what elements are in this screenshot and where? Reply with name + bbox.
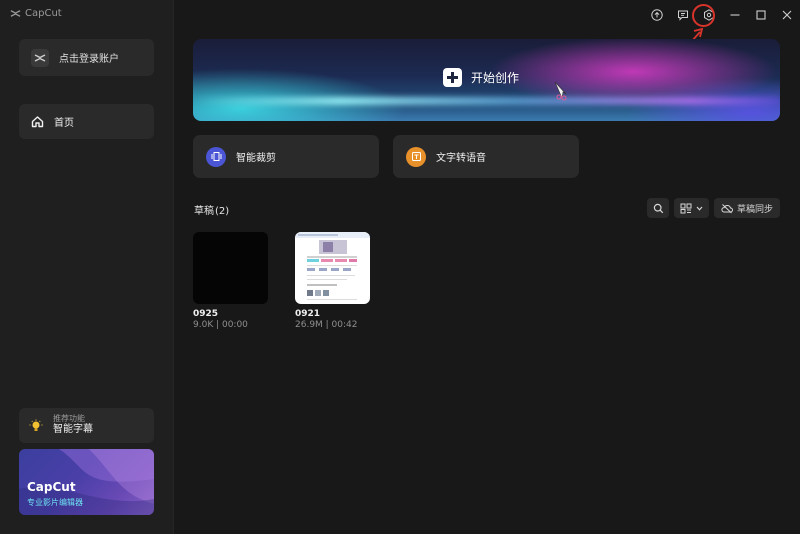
mouse-cursor-icon	[554, 81, 567, 101]
draft-thumbnail[interactable]	[193, 232, 268, 304]
text-to-speech-icon	[406, 146, 426, 167]
tool-label: 文字转语音	[436, 153, 486, 164]
plus-icon	[443, 68, 462, 87]
chevron-down-icon	[696, 206, 703, 211]
search-drafts-button[interactable]	[647, 198, 669, 218]
maximize-icon	[756, 10, 766, 20]
sidebar-item-label: 首页	[54, 118, 74, 129]
draft-sync-label: 草稿同步	[736, 204, 773, 215]
screenshot-preview-graphic	[295, 232, 370, 304]
promo-title: CapCut	[27, 480, 76, 494]
lightbulb-icon	[29, 419, 43, 431]
view-mode-dropdown[interactable]	[674, 198, 709, 218]
draft-name: 0921	[295, 309, 321, 319]
draft-meta: 9.0K | 00:00	[193, 320, 248, 330]
grid-view-icon	[680, 203, 692, 213]
draft-sync-button[interactable]: 草稿同步	[714, 198, 780, 218]
sidebar: CapCut 点击登录账户 首页 推荐功能 智能字幕 CapCut 专业影片编辑…	[0, 0, 174, 534]
feature-subtitle: 推荐功能	[53, 414, 85, 424]
capcut-logo-icon	[31, 48, 49, 67]
start-creating-banner[interactable]: 开始创作	[193, 39, 780, 121]
tool-label: 智能裁剪	[236, 153, 276, 164]
app-logo-text: CapCut	[25, 8, 62, 19]
cloud-off-icon	[721, 203, 733, 213]
drafts-count: (2)	[215, 206, 230, 217]
close-icon	[782, 10, 792, 20]
close-button[interactable]	[774, 0, 800, 30]
promo-banner[interactable]: CapCut 专业影片编辑器	[19, 449, 154, 515]
minimize-button[interactable]	[722, 0, 748, 30]
draft-meta: 26.9M | 00:42	[295, 320, 358, 330]
feature-title: 智能字幕	[53, 424, 93, 436]
sidebar-item-home[interactable]: 首页	[19, 104, 154, 139]
login-button[interactable]: 点击登录账户	[19, 39, 154, 76]
recommended-feature-card[interactable]: 推荐功能 智能字幕	[19, 408, 154, 443]
capcut-logo-icon	[10, 10, 21, 17]
draft-item[interactable]: 0925 9.0K | 00:00	[193, 232, 268, 330]
drafts-title: 草稿	[194, 206, 214, 217]
draft-thumbnail[interactable]	[295, 232, 370, 304]
tool-smart-crop[interactable]: 智能裁剪	[193, 135, 379, 178]
hero-light-streak	[193, 97, 780, 105]
login-label: 点击登录账户	[59, 54, 119, 65]
draft-name: 0925	[193, 309, 219, 319]
start-creating-button[interactable]: 开始创作	[443, 68, 519, 87]
start-creating-label: 开始创作	[471, 71, 520, 85]
maximize-button[interactable]	[748, 0, 774, 30]
app-logo: CapCut	[10, 8, 62, 19]
drafts-heading: 草稿(2)	[193, 202, 229, 217]
home-icon	[31, 116, 44, 128]
promo-subtitle: 专业影片编辑器	[27, 498, 83, 507]
minimize-icon	[730, 14, 740, 16]
draft-item[interactable]: 0921 26.9M | 00:42	[295, 232, 370, 330]
tool-text-to-speech[interactable]: 文字转语音	[393, 135, 579, 178]
smart-crop-icon	[206, 146, 226, 167]
search-icon	[653, 203, 663, 213]
